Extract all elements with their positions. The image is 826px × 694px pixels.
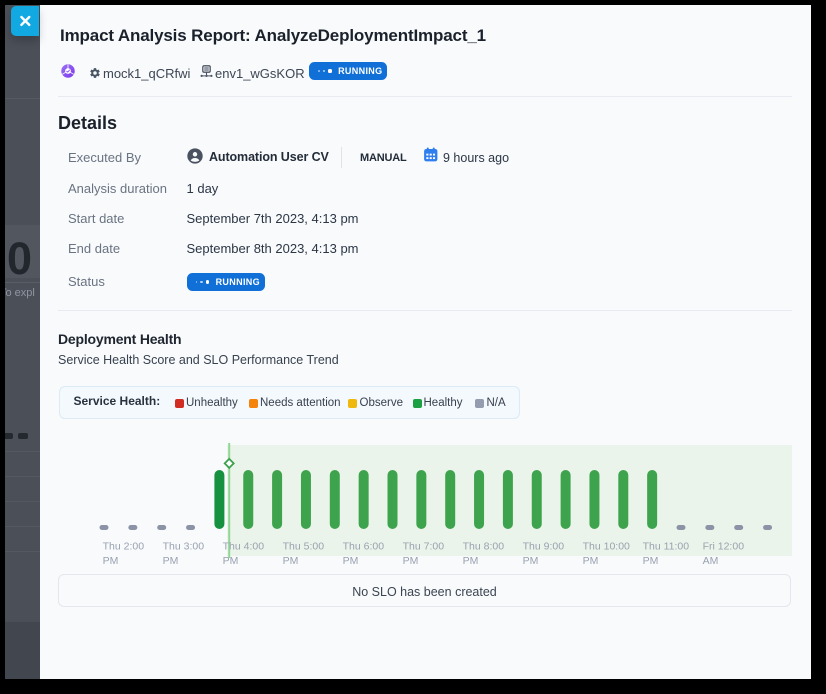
svg-text:PM: PM xyxy=(643,555,659,567)
svg-text:Thu 4:00: Thu 4:00 xyxy=(223,540,265,552)
svg-text:Thu 3:00: Thu 3:00 xyxy=(163,540,205,552)
svg-text:PM: PM xyxy=(403,555,419,567)
svg-text:PM: PM xyxy=(523,555,539,567)
svg-text:Thu 11:00: Thu 11:00 xyxy=(643,540,690,552)
svg-text:PM: PM xyxy=(283,555,299,567)
svg-text:Thu 10:00: Thu 10:00 xyxy=(583,540,630,552)
svg-text:Thu 7:00: Thu 7:00 xyxy=(403,540,445,552)
svg-text:Thu 2:00: Thu 2:00 xyxy=(103,540,145,552)
svg-text:Thu 8:00: Thu 8:00 xyxy=(463,540,505,552)
svg-text:Fri 12:00: Fri 12:00 xyxy=(703,540,745,552)
svg-text:PM: PM xyxy=(163,555,179,567)
svg-text:PM: PM xyxy=(583,555,599,567)
svg-text:Thu 9:00: Thu 9:00 xyxy=(523,540,565,552)
svg-text:PM: PM xyxy=(103,555,119,567)
svg-text:Thu 5:00: Thu 5:00 xyxy=(283,540,325,552)
svg-text:PM: PM xyxy=(343,555,359,567)
svg-text:PM: PM xyxy=(463,555,479,567)
svg-text:Thu 6:00: Thu 6:00 xyxy=(343,540,385,552)
svg-text:AM: AM xyxy=(703,555,719,567)
svg-text:PM: PM xyxy=(223,555,239,567)
